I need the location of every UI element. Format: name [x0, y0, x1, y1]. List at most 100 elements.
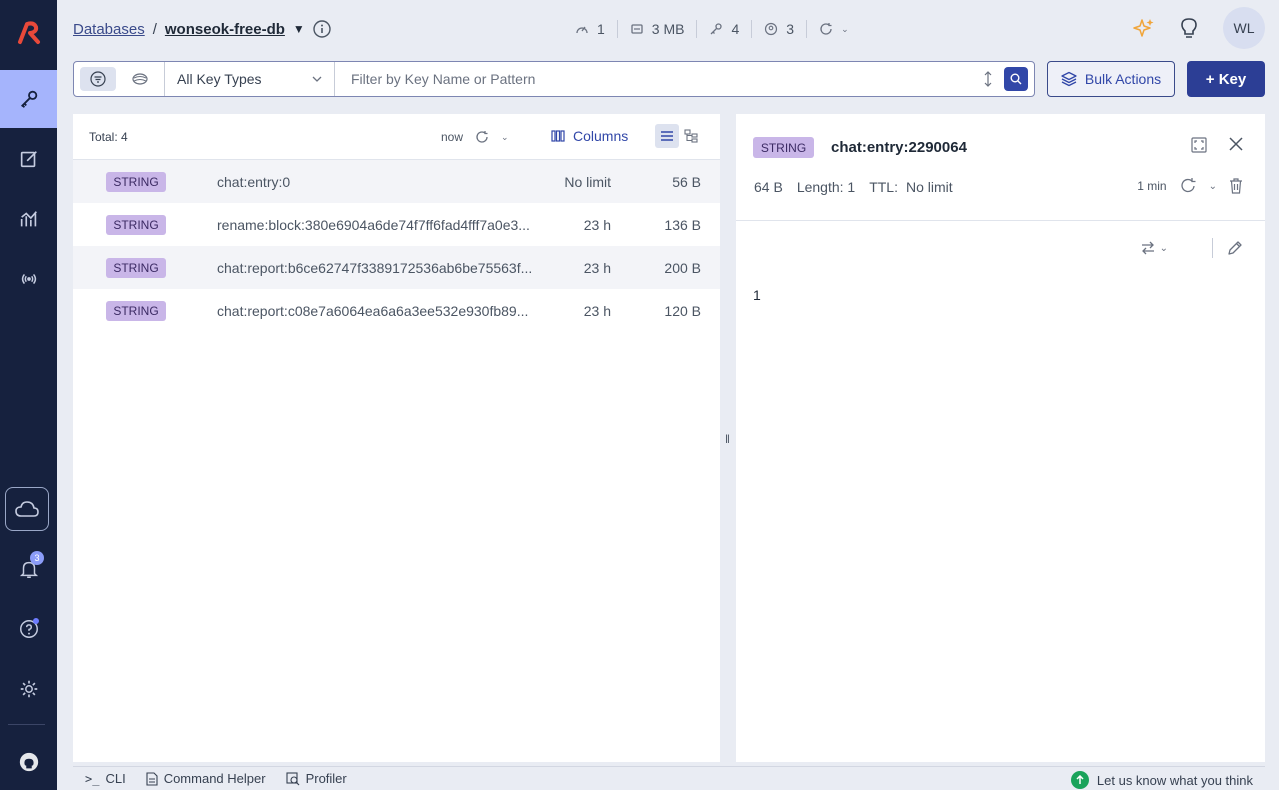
chevron-down-icon[interactable]: ⌄	[1209, 181, 1217, 192]
sort-arrows-icon[interactable]	[982, 71, 994, 87]
chevron-down-icon[interactable]: ⌄	[1160, 243, 1168, 254]
key-list-panel: Total: 4 now ⌄ Columns STRING chat:entry…	[73, 114, 720, 762]
nav-browser-key-icon[interactable]	[0, 70, 57, 128]
columns-button[interactable]: Columns	[551, 128, 628, 144]
key-size: 56 B	[672, 173, 701, 190]
table-row[interactable]: STRING chat:report:c08e7a6064ea6a6a3ee53…	[73, 289, 720, 332]
refresh-icon[interactable]	[1179, 177, 1197, 195]
table-row[interactable]: STRING rename:block:380e6904a6de74f7ff6f…	[73, 203, 720, 246]
key-detail-actions: 1 min ⌄	[1137, 177, 1243, 195]
breadcrumb-databases-link[interactable]: Databases	[73, 21, 145, 38]
nav-pubsub-icon[interactable]	[0, 250, 57, 308]
columns-label: Columns	[573, 128, 629, 144]
semantic-search-icon[interactable]	[122, 67, 158, 91]
value-toolbar: ⌄	[1140, 238, 1243, 258]
profiler-tab[interactable]: Profiler	[286, 771, 347, 786]
bottom-bar: >_ CLI Command Helper Profiler Let us kn…	[73, 766, 1265, 790]
nav-divider	[8, 724, 45, 725]
tree-view-icon[interactable]	[679, 124, 703, 148]
nav-workbench-icon[interactable]	[0, 130, 57, 188]
close-icon[interactable]	[1229, 137, 1243, 151]
database-info-icon[interactable]	[313, 20, 331, 38]
pattern-filter-icon[interactable]	[80, 67, 116, 91]
key-type-badge: STRING	[106, 257, 166, 278]
breadcrumb: Databases / wonseok-free-db ▼	[73, 20, 331, 38]
key-type-badge: STRING	[106, 214, 166, 235]
database-dropdown-caret-icon[interactable]: ▼	[293, 22, 305, 36]
key-value-text: 1	[753, 287, 761, 303]
refresh-icon[interactable]	[819, 22, 833, 36]
list-refresh: now ⌄	[441, 130, 509, 144]
ai-sparkle-icon[interactable]	[1133, 17, 1155, 39]
panel-resize-handle[interactable]: ‖	[725, 432, 730, 446]
key-filter-input[interactable]	[351, 71, 982, 87]
lightbulb-icon[interactable]	[1179, 17, 1199, 39]
cloud-icon[interactable]	[5, 487, 49, 531]
feedback-link[interactable]: Let us know what you think	[1070, 771, 1253, 789]
github-icon[interactable]	[0, 733, 57, 790]
bulk-actions-button[interactable]: Bulk Actions	[1047, 61, 1175, 97]
edit-pencil-icon[interactable]	[1227, 240, 1243, 256]
key-ttl: No limit	[564, 173, 611, 190]
profiler-icon	[286, 771, 299, 785]
terminal-icon: >_	[85, 771, 100, 786]
notifications-bell-icon[interactable]	[0, 540, 57, 598]
database-stats: 1 3 MB 4 3 ⌄	[563, 20, 861, 38]
search-mode-toggle	[74, 62, 165, 96]
cpu-value: 1	[597, 21, 605, 37]
document-icon	[146, 771, 158, 786]
ttl-value[interactable]: No limit	[906, 179, 953, 195]
refresh-icon[interactable]	[475, 130, 489, 144]
keys-stat: 4	[697, 20, 753, 38]
key-name-title[interactable]: chat:entry:2290064	[831, 139, 967, 156]
user-icon	[765, 22, 778, 36]
search-button[interactable]	[1004, 67, 1028, 91]
key-type-badge: STRING	[753, 137, 814, 158]
user-avatar[interactable]: WL	[1223, 7, 1265, 49]
keys-value: 4	[731, 21, 740, 37]
columns-icon	[551, 130, 565, 142]
detail-window-actions	[1191, 137, 1243, 153]
feedback-label: Let us know what you think	[1096, 772, 1253, 788]
cli-tab[interactable]: >_ CLI	[85, 771, 126, 786]
key-details-panel: STRING chat:entry:2290064 64 B Length: 1…	[736, 114, 1265, 762]
command-helper-label: Command Helper	[163, 771, 266, 786]
key-name: rename:block:380e6904a6de74f7ff6fad4fff7…	[217, 216, 530, 233]
refresh-stats[interactable]: ⌄	[807, 20, 861, 38]
key-length-value: Length: 1	[796, 179, 856, 195]
trash-icon[interactable]	[1229, 178, 1243, 194]
key-size-value: 64 B	[754, 179, 783, 195]
chevron-down-icon[interactable]: ⌄	[841, 24, 849, 35]
last-refresh-label: 1 min	[1137, 179, 1167, 193]
layers-icon	[1061, 71, 1077, 87]
key-size: 120 B	[664, 302, 701, 319]
nav-analysis-icon[interactable]	[0, 190, 57, 248]
clients-stat: 3	[752, 20, 808, 38]
memory-icon	[631, 24, 643, 34]
memory-stat: 3 MB	[618, 20, 698, 38]
command-helper-tab[interactable]: Command Helper	[146, 771, 266, 786]
breadcrumb-separator: /	[152, 20, 157, 38]
notification-count-badge: 3	[30, 551, 44, 565]
key-type-badge: STRING	[106, 300, 166, 321]
add-key-button[interactable]: + Key	[1187, 61, 1265, 97]
list-view-icon[interactable]	[655, 124, 679, 148]
table-row[interactable]: STRING chat:entry:0 No limit 56 B	[73, 160, 720, 203]
format-swap-icon[interactable]	[1140, 240, 1156, 256]
key-ttl: 23 h	[583, 216, 611, 233]
chevron-down-icon[interactable]: ⌄	[501, 132, 509, 143]
key-ttl: 23 h	[583, 259, 611, 276]
key-type-badge: STRING	[106, 171, 166, 192]
help-icon[interactable]	[0, 600, 57, 658]
database-name-link[interactable]: wonseok-free-db	[165, 21, 285, 38]
bulk-actions-label: Bulk Actions	[1084, 71, 1162, 87]
key-types-dropdown[interactable]: All Key Types	[165, 62, 335, 96]
header-actions: WL	[1133, 7, 1265, 49]
key-icon	[711, 23, 723, 35]
key-size: 136 B	[664, 216, 701, 233]
table-row[interactable]: STRING chat:report:b6ce62747f3389172536a…	[73, 246, 720, 289]
fullscreen-icon[interactable]	[1191, 137, 1207, 153]
memory-value: 3 MB	[651, 21, 685, 37]
settings-gear-icon[interactable]	[0, 660, 57, 718]
redis-logo-icon[interactable]	[0, 8, 57, 58]
